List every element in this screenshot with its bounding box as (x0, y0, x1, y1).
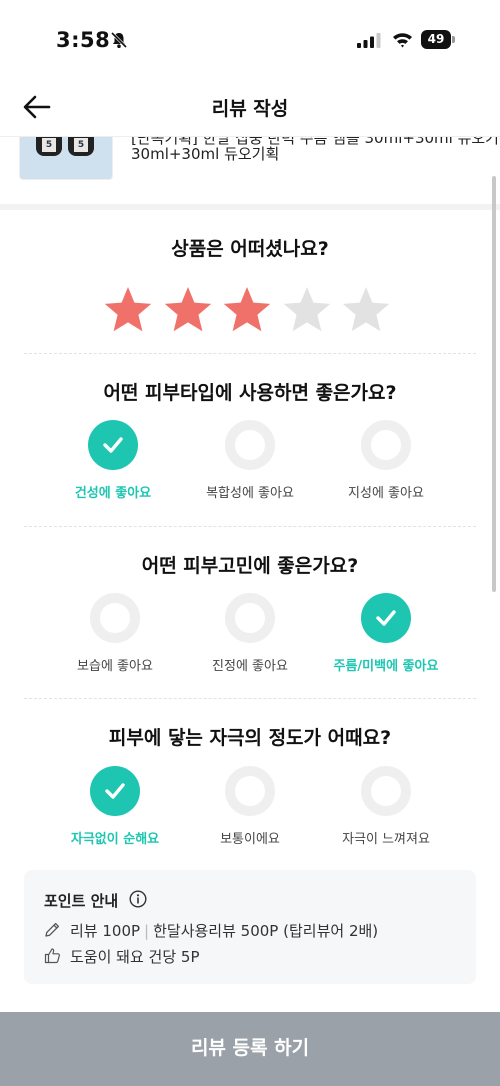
battery-indicator: 49 (421, 30, 455, 49)
option-radio[interactable] (88, 420, 138, 470)
option-radio[interactable] (225, 766, 275, 816)
scrollbar[interactable] (492, 176, 496, 592)
nav-bar: 리뷰 작성 (0, 80, 500, 136)
skin-type-options: 건성에 좋아요 복합성에 좋아요 지성에 좋아요 (0, 420, 500, 510)
star-icon[interactable] (341, 286, 391, 334)
check-icon (105, 783, 125, 799)
product-card: 5 5 [단독기획] 한달 집중 탄력 주름 앰플 30ml+30ml 듀오기획… (0, 136, 500, 204)
battery-level: 49 (421, 30, 451, 49)
info-icon[interactable] (129, 890, 147, 908)
review-point-text: 리뷰 100P (70, 922, 141, 940)
option-moisture[interactable]: 보습에 좋아요 (40, 593, 190, 683)
page-title: 리뷰 작성 (211, 98, 289, 120)
option-soothing[interactable]: 진정에 좋아요 (175, 593, 325, 683)
option-radio[interactable] (361, 420, 411, 470)
rating-section: 상품은 어떠셨나요? (24, 234, 476, 261)
option-no-irritation[interactable]: 자극없이 순해요 (40, 766, 190, 856)
option-label: 자극없이 순해요 (70, 832, 160, 847)
product-thumbnail: 5 5 (19, 137, 113, 180)
option-label: 진정에 좋아요 (212, 659, 288, 674)
wifi-icon (393, 33, 412, 48)
option-dry-skin[interactable]: 건성에 좋아요 (38, 420, 188, 510)
skin-type-section: 어떤 피부타입에 사용하면 좋은가요? (24, 378, 476, 405)
submit-review-button[interactable]: 리뷰 등록 하기 (0, 1012, 500, 1086)
option-normal[interactable]: 보통이에요 (175, 766, 325, 856)
option-radio[interactable] (225, 593, 275, 643)
skin-concern-title: 어떤 피부고민에 좋은가요? (141, 555, 359, 577)
check-icon (376, 610, 396, 626)
skin-type-title: 어떤 피부타입에 사용하면 좋은가요? (103, 382, 397, 404)
option-radio[interactable] (90, 593, 140, 643)
rating-title: 상품은 어떠셨나요? (171, 238, 329, 260)
star-icon[interactable] (103, 286, 153, 334)
star-icon[interactable] (282, 286, 332, 334)
status-bar: 3:58 49 (0, 0, 500, 80)
points-info-title: 포인트 안내 (44, 892, 119, 910)
star-icon[interactable] (163, 286, 213, 334)
option-label: 보습에 좋아요 (77, 659, 153, 674)
option-label: 복합성에 좋아요 (206, 486, 294, 501)
option-radio[interactable] (361, 766, 411, 816)
option-label: 주름/미백에 좋아요 (333, 659, 439, 674)
signal-icon (357, 33, 381, 48)
star-rating[interactable] (0, 286, 500, 336)
option-combination-skin[interactable]: 복합성에 좋아요 (175, 420, 325, 510)
helpful-point-text: 도움이 돼요 건당 5P (70, 948, 200, 966)
dashed-divider (24, 526, 476, 527)
irritation-section: 피부에 닿는 자극의 정도가 어때요? (24, 723, 476, 750)
option-wrinkle-whitening[interactable]: 주름/미백에 좋아요 (311, 593, 461, 683)
check-icon (103, 437, 123, 453)
option-label: 보통이에요 (220, 832, 280, 847)
bell-off-icon (110, 31, 128, 49)
dashed-divider (24, 698, 476, 699)
option-label: 건성에 좋아요 (74, 486, 152, 501)
points-info-box: 포인트 안내 리뷰 100P | 한달사용리뷰 500P (탑리뷰어 2배) 도움이… (24, 870, 476, 984)
irritation-title: 피부에 닿는 자극의 정도가 어때요? (108, 727, 392, 749)
status-time: 3:58 (56, 28, 111, 52)
option-radio[interactable] (90, 766, 140, 816)
option-oily-skin[interactable]: 지성에 좋아요 (311, 420, 461, 510)
star-icon[interactable] (222, 286, 272, 334)
thumbs-up-icon (44, 948, 60, 964)
product-name-option: 30ml+30ml 듀오기획 (131, 145, 280, 163)
skin-concern-options: 보습에 좋아요 진정에 좋아요 주름/미백에 좋아요 (0, 593, 500, 683)
irritation-options: 자극없이 순해요 보통이에요 자극이 느껴져요 (0, 766, 500, 856)
month-point-text: 한달사용리뷰 500P (탑리뷰어 2배) (153, 922, 379, 940)
option-radio[interactable] (225, 420, 275, 470)
skin-concern-section: 어떤 피부고민에 좋은가요? (24, 551, 476, 578)
section-divider (0, 204, 500, 210)
option-irritating[interactable]: 자극이 느껴져요 (311, 766, 461, 856)
dashed-divider (24, 353, 476, 354)
option-label: 자극이 느껴져요 (342, 832, 430, 847)
pencil-icon (45, 922, 60, 937)
option-radio[interactable] (361, 593, 411, 643)
option-label: 지성에 좋아요 (348, 486, 424, 501)
